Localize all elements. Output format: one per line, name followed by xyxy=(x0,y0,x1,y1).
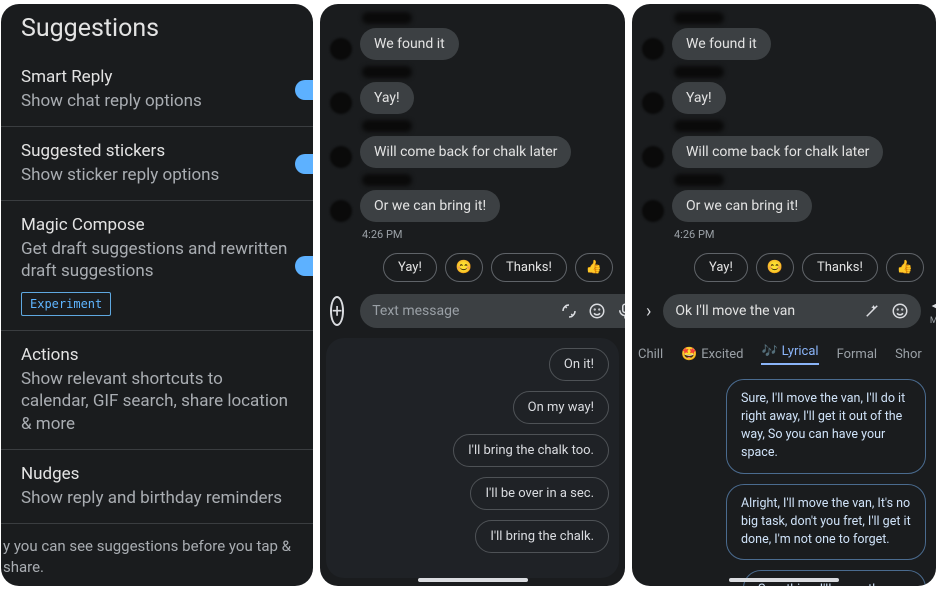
avatar xyxy=(330,38,352,60)
avatar xyxy=(330,92,352,114)
redacted-name xyxy=(674,66,724,78)
tab-lyrical[interactable]: 🎶Lyrical xyxy=(761,344,818,365)
redacted-name xyxy=(362,66,412,78)
toggle-switch[interactable] xyxy=(295,80,313,100)
avatar xyxy=(330,146,352,168)
setting-title: Actions xyxy=(21,345,293,365)
setting-desc: Get draft suggestions and rewritten draf… xyxy=(21,238,293,282)
message-bubble[interactable]: Or we can bring it! xyxy=(360,190,500,222)
redacted-name xyxy=(362,174,412,186)
redacted-name xyxy=(362,12,412,24)
setting-magic-compose[interactable]: Magic Compose Get draft suggestions and … xyxy=(1,201,313,331)
message-bubble[interactable]: Will come back for chalk later xyxy=(360,136,571,168)
toggle-switch[interactable] xyxy=(295,256,313,276)
quick-reply-emoji[interactable]: 👍 xyxy=(886,253,924,282)
tab-formal[interactable]: Formal xyxy=(837,344,878,365)
message-input[interactable] xyxy=(372,303,550,319)
message-input[interactable] xyxy=(675,303,853,319)
suggestion-chip[interactable]: I'll be over in a sec. xyxy=(470,477,609,510)
timestamp: 4:26 PM xyxy=(674,228,926,241)
setting-actions[interactable]: Actions Show relevant shortcuts to calen… xyxy=(1,331,313,449)
setting-nudges[interactable]: Nudges Show reply and birthday reminders xyxy=(1,450,313,524)
page-title: Suggestions xyxy=(1,4,313,53)
timestamp: 4:26 PM xyxy=(362,228,615,241)
suggestion-chip[interactable]: On my way! xyxy=(513,391,609,424)
setting-title: Magic Compose xyxy=(21,215,293,235)
quick-reply-emoji[interactable]: 👍 xyxy=(575,253,613,282)
quick-reply-emoji[interactable]: 😊 xyxy=(756,253,794,282)
quick-reply-chip[interactable]: Thanks! xyxy=(802,253,878,282)
quick-reply-chip[interactable]: Thanks! xyxy=(491,253,567,282)
message-input-container[interactable] xyxy=(663,294,921,328)
message-bubble[interactable]: We found it xyxy=(360,28,459,60)
redacted-name xyxy=(674,120,724,132)
message-bubble[interactable]: Or we can bring it! xyxy=(672,190,812,222)
emoji-icon[interactable] xyxy=(891,302,909,320)
avatar xyxy=(642,92,664,114)
setting-title: Suggested stickers xyxy=(21,141,293,161)
avatar xyxy=(330,200,352,222)
magic-icon[interactable] xyxy=(560,302,578,320)
redacted-name xyxy=(674,174,724,186)
tab-short[interactable]: Shor xyxy=(895,344,922,365)
avatar xyxy=(642,146,664,168)
setting-desc: Show chat reply options xyxy=(21,90,293,112)
avatar xyxy=(642,38,664,60)
avatar xyxy=(642,200,664,222)
setting-desc: Show reply and birthday reminders xyxy=(21,487,293,509)
tab-excited[interactable]: 🤩Excited xyxy=(681,344,743,365)
lyrical-suggestion[interactable]: Sure, I'll move the van, I'll do it righ… xyxy=(726,379,926,474)
quick-reply-chip[interactable]: Yay! xyxy=(383,253,437,282)
message-bubble[interactable]: Yay! xyxy=(672,82,726,114)
emoji-icon[interactable] xyxy=(588,302,606,320)
setting-suggested-stickers[interactable]: Suggested stickers Show sticker reply op… xyxy=(1,127,313,201)
toggle-switch[interactable] xyxy=(295,154,313,174)
mic-icon[interactable] xyxy=(616,302,625,320)
home-indicator[interactable] xyxy=(729,578,839,582)
setting-desc: Show sticker reply options xyxy=(21,164,293,186)
quick-reply-emoji[interactable]: 😊 xyxy=(445,253,483,282)
chevron-right-icon[interactable]: › xyxy=(642,301,655,322)
home-indicator[interactable] xyxy=(418,578,528,582)
setting-desc: Show relevant shortcuts to calendar, GIF… xyxy=(21,368,293,434)
footer-text: y you can see suggestions before you tap… xyxy=(1,530,313,586)
redacted-name xyxy=(674,12,724,24)
message-bubble[interactable]: Yay! xyxy=(360,82,414,114)
magic-suggestions-panel: On it! On my way! I'll bring the chalk t… xyxy=(326,338,619,578)
redacted-name xyxy=(362,120,412,132)
experiment-badge: Experiment xyxy=(21,292,111,316)
suggestion-chip[interactable]: On it! xyxy=(549,348,609,381)
setting-title: Smart Reply xyxy=(21,67,293,87)
suggestion-chip[interactable]: I'll bring the chalk too. xyxy=(453,434,609,467)
message-bubble[interactable]: Will come back for chalk later xyxy=(672,136,883,168)
send-button[interactable]: MMS xyxy=(929,297,936,326)
tab-chill[interactable]: Chill xyxy=(638,344,663,365)
plus-button[interactable]: + xyxy=(330,296,344,326)
message-bubble[interactable]: We found it xyxy=(672,28,771,60)
quick-reply-chip[interactable]: Yay! xyxy=(694,253,748,282)
magic-wand-icon[interactable] xyxy=(863,302,881,320)
suggestion-chip[interactable]: I'll bring the chalk. xyxy=(475,520,609,553)
setting-smart-reply[interactable]: Smart Reply Show chat reply options xyxy=(1,53,313,127)
message-input-container[interactable] xyxy=(360,294,625,328)
lyrical-suggestion[interactable]: Alright, I'll move the van, It's no big … xyxy=(726,484,926,560)
setting-title: Nudges xyxy=(21,464,293,484)
